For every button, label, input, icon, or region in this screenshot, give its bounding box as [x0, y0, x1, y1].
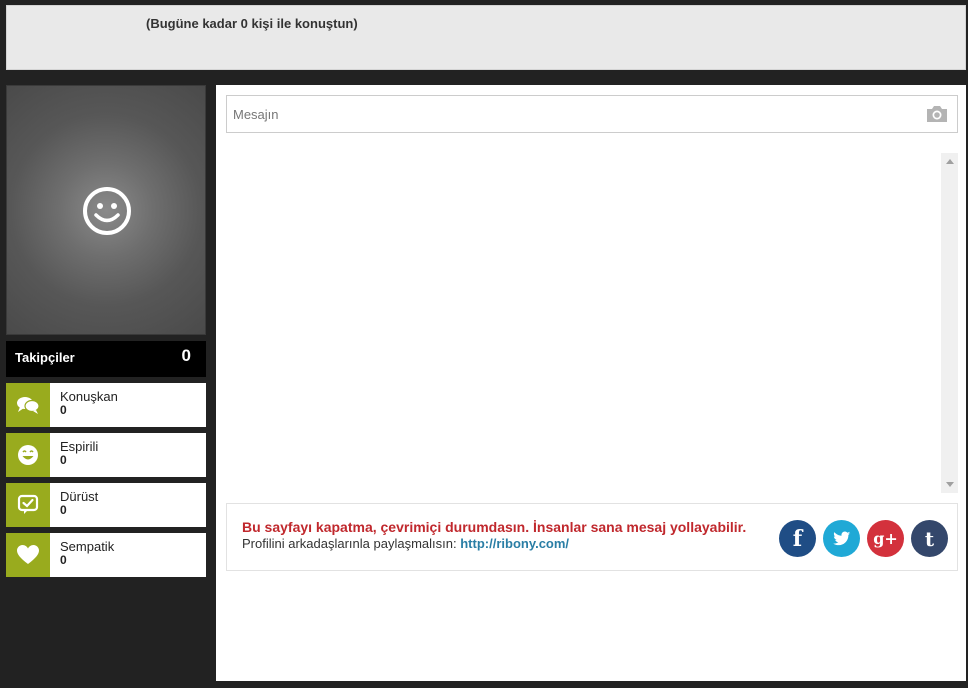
trait-name: Sempatik	[60, 539, 115, 554]
message-input[interactable]	[227, 96, 917, 132]
share-box: Bu sayfayı kapatma, çevrimiçi durumdasın…	[226, 503, 958, 571]
main-panel: Bu sayfayı kapatma, çevrimiçi durumdasın…	[216, 85, 966, 681]
share-profile-line: Profilini arkadaşlarınla paylaşmalısın: …	[242, 536, 569, 551]
message-field[interactable]	[226, 95, 958, 133]
twitter-bird-icon	[832, 531, 850, 545]
google-plus-icon: g+	[873, 529, 898, 548]
tumblr-share-button[interactable]: t	[911, 520, 948, 557]
trait-sempatik[interactable]: Sempatik 0	[6, 533, 206, 577]
heart-icon	[6, 533, 50, 577]
top-header: (Bugüne kadar 0 kişi ile konuştun)	[6, 5, 966, 70]
trait-name: Espirili	[60, 439, 99, 454]
trait-name: Konuşkan	[60, 389, 118, 404]
chat-scrollbar[interactable]	[941, 153, 958, 493]
google-plus-share-button[interactable]: g+	[867, 520, 904, 557]
tumblr-icon: t	[924, 526, 935, 551]
trait-value: 0	[60, 553, 67, 567]
smiley-icon	[83, 187, 131, 235]
scroll-down-arrow-icon[interactable]	[946, 482, 954, 487]
trait-espirili[interactable]: Espirili 0	[6, 433, 206, 477]
followers-count: 0	[181, 346, 191, 365]
twitter-share-button[interactable]	[823, 520, 860, 557]
facebook-share-button[interactable]: f	[779, 520, 816, 557]
followers-bar[interactable]: Takipçiler 0	[6, 341, 206, 377]
chat-messages-area[interactable]	[226, 153, 958, 493]
online-status-text: Bu sayfayı kapatma, çevrimiçi durumdasın…	[242, 519, 747, 535]
scroll-up-arrow-icon[interactable]	[946, 159, 954, 164]
conversation-count-text: (Bugüne kadar 0 kişi ile konuştun)	[146, 16, 358, 31]
trait-value: 0	[60, 503, 67, 517]
camera-icon[interactable]	[925, 104, 949, 124]
profile-link[interactable]: http://ribony.com/	[460, 536, 569, 551]
trait-value: 0	[60, 453, 67, 467]
profile-avatar[interactable]	[6, 85, 206, 335]
check-bubble-icon	[6, 483, 50, 527]
chat-bubbles-icon	[6, 383, 50, 427]
share-prefix-text: Profilini arkadaşlarınla paylaşmalısın:	[242, 536, 457, 551]
followers-label: Takipçiler	[15, 350, 75, 365]
trait-konuskan[interactable]: Konuşkan 0	[6, 383, 206, 427]
trait-durust[interactable]: Dürüst 0	[6, 483, 206, 527]
facebook-icon: f	[792, 525, 803, 552]
laughing-face-icon	[6, 433, 50, 477]
trait-name: Dürüst	[60, 489, 99, 504]
trait-value: 0	[60, 403, 67, 417]
